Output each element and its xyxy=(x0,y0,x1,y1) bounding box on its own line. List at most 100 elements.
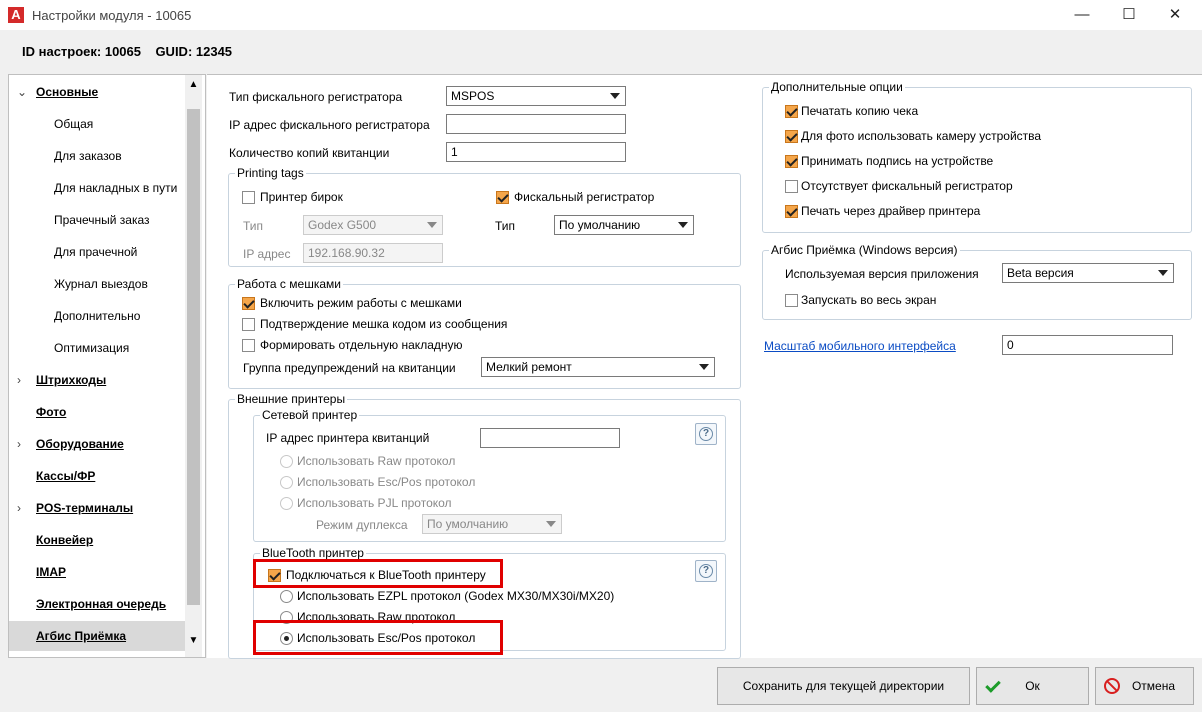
settings-id-info: ID настроек: 10065 GUID: 12345 xyxy=(22,44,233,59)
chevron-down-icon[interactable]: ⌄ xyxy=(17,77,27,107)
sidebar-item-imap[interactable]: IMAP xyxy=(9,557,201,587)
sidebar-item-elektronnaya-ochered[interactable]: Электронная очередь xyxy=(9,589,201,619)
sidebar-item-shtrihkody[interactable]: › Штрихкоды xyxy=(9,365,201,395)
close-button[interactable]: ✕ xyxy=(1152,0,1198,30)
sidebar-item-dopolnitelno[interactable]: Дополнительно xyxy=(9,301,205,331)
external-printers-title: Внешние принтеры xyxy=(235,392,348,406)
mobile-scale-input[interactable]: 0 xyxy=(1002,335,1173,355)
sidebar-item-label: Для прачечной xyxy=(54,245,138,259)
fullscreen-checkbox[interactable] xyxy=(785,294,798,307)
sidebar-item-label: Фото xyxy=(36,405,67,419)
printing-tags-title: Printing tags xyxy=(235,166,306,180)
chevron-right-icon[interactable]: › xyxy=(17,429,21,459)
chevron-right-icon[interactable]: › xyxy=(17,493,21,523)
sidebar: ⌄ Основные Общая Для заказов Для накладн… xyxy=(8,74,206,658)
sidebar-item-label: Прачечный заказ xyxy=(54,213,150,227)
tag-printer-checkbox[interactable] xyxy=(242,191,255,204)
sidebar-item-label: Дополнительно xyxy=(54,309,141,323)
highlight-escpos-protocol xyxy=(253,620,503,655)
window-title: Настройки модуля - 10065 xyxy=(32,8,192,23)
option-signature-label: Принимать подпись на устройстве xyxy=(801,154,994,168)
sidebar-item-optimizaciya[interactable]: Оптимизация xyxy=(9,333,205,363)
check-icon xyxy=(985,678,1001,694)
fiscal-reg-checkbox[interactable] xyxy=(496,191,509,204)
bt-ezpl-radio[interactable] xyxy=(280,590,293,603)
tag-ip-label: IP адрес xyxy=(243,247,291,261)
bags-group: Работа с мешками Включить режим работы с… xyxy=(228,277,741,389)
scroll-down-icon[interactable]: ▼ xyxy=(185,635,202,651)
scroll-up-icon[interactable]: ▲ xyxy=(185,79,202,95)
option-signature-checkbox[interactable] xyxy=(785,155,798,168)
option-print-copy-checkbox[interactable] xyxy=(785,105,798,118)
maximize-button[interactable]: ☐ xyxy=(1106,0,1152,30)
dropdown-arrow-icon xyxy=(1158,270,1168,276)
bags-enable-checkbox[interactable] xyxy=(242,297,255,310)
network-raw-radio[interactable] xyxy=(280,455,293,468)
option-no-fiscal-checkbox[interactable] xyxy=(785,180,798,193)
help-icon: ? xyxy=(699,564,713,578)
scrollbar-thumb[interactable] xyxy=(187,109,200,605)
tag-type-select[interactable]: Godex G500 xyxy=(303,215,443,235)
duplex-select[interactable]: По умолчанию xyxy=(422,514,562,534)
sidebar-item-prachechny-zakaz[interactable]: Прачечный заказ xyxy=(9,205,205,235)
mobile-scale-link[interactable]: Масштаб мобильного интерфейса xyxy=(764,339,956,353)
agbis-windows-title: Агбис Приёмка (Windows версия) xyxy=(769,243,960,257)
printer-ip-label: IP адрес принтера квитанций xyxy=(266,431,430,445)
chevron-right-icon[interactable]: › xyxy=(17,365,21,395)
sidebar-item-zhurnal-vyezdov[interactable]: Журнал выездов xyxy=(9,269,205,299)
sidebar-item-pos-terminaly[interactable]: › POS-терминалы xyxy=(9,493,201,523)
sidebar-item-label: Журнал выездов xyxy=(54,277,148,291)
bags-separate-checkbox[interactable] xyxy=(242,339,255,352)
sidebar-item-dlya-zakazov[interactable]: Для заказов xyxy=(9,141,205,171)
fiscal-ip-input[interactable] xyxy=(446,114,626,134)
sidebar-item-dlya-nakladnyh[interactable]: Для накладных в пути xyxy=(9,173,205,203)
fiscal-reg-type-label: Тип xyxy=(495,219,516,233)
option-camera-label: Для фото использовать камеру устройства xyxy=(801,129,1042,143)
dropdown-arrow-icon xyxy=(546,521,556,527)
app-version-select[interactable]: Beta версия xyxy=(1002,263,1174,283)
sidebar-item-label: Для заказов xyxy=(54,149,122,163)
sidebar-item-agbis-priemka[interactable]: Агбис Приёмка xyxy=(9,621,201,651)
network-escpos-radio[interactable] xyxy=(280,476,293,489)
sidebar-item-label: Агбис Приёмка xyxy=(36,629,127,643)
cancel-button[interactable]: Отмена xyxy=(1095,667,1194,705)
receipt-copies-label: Количество копий квитанции xyxy=(229,146,390,160)
sidebar-item-kassy[interactable]: Кассы/ФР xyxy=(9,461,201,491)
cancel-button-label: Отмена xyxy=(1131,679,1176,693)
sidebar-item-dlya-prachechnoy[interactable]: Для прачечной xyxy=(9,237,205,267)
bags-confirm-label: Подтверждение мешка кодом из сообщения xyxy=(260,317,508,331)
fiscal-reg-type-select[interactable]: По умолчанию xyxy=(554,215,694,235)
warn-group-value: Мелкий ремонт xyxy=(486,360,572,374)
sidebar-item-label: Для накладных в пути xyxy=(54,181,178,195)
tag-ip-input[interactable]: 192.168.90.32 xyxy=(303,243,443,263)
fiscal-reg-label: Фискальный регистратор xyxy=(514,190,655,204)
help-icon: ? xyxy=(699,427,713,441)
network-raw-label: Использовать Raw протокол xyxy=(297,454,456,468)
bags-title: Работа с мешками xyxy=(235,277,343,291)
minimize-button[interactable]: — xyxy=(1059,0,1105,30)
sidebar-item-obshaya[interactable]: Общая xyxy=(9,109,205,139)
sidebar-item-konveyer[interactable]: Конвейер xyxy=(9,525,201,555)
network-pjl-radio[interactable] xyxy=(280,497,293,510)
network-pjl-label: Использовать PJL протокол xyxy=(297,496,452,510)
sidebar-item-oborudovanie[interactable]: › Оборудование xyxy=(9,429,201,459)
bt-ezpl-label: Использовать EZPL протокол (Godex MX30/M… xyxy=(297,589,615,603)
cancel-icon xyxy=(1104,678,1120,694)
sidebar-item-osnovnye[interactable]: ⌄ Основные xyxy=(9,77,201,107)
option-camera-checkbox[interactable] xyxy=(785,130,798,143)
sidebar-item-foto[interactable]: Фото xyxy=(9,397,201,427)
warn-group-select[interactable]: Мелкий ремонт xyxy=(481,357,715,377)
bags-separate-label: Формировать отдельную накладную xyxy=(260,338,463,352)
printer-ip-input[interactable] xyxy=(480,428,620,448)
bags-confirm-checkbox[interactable] xyxy=(242,318,255,331)
ok-button[interactable]: Ок xyxy=(976,667,1089,705)
app-version-label: Используемая версия приложения xyxy=(785,267,979,281)
fiscal-ip-label: IP адрес фискального регистратора xyxy=(229,118,430,132)
option-driver-print-checkbox[interactable] xyxy=(785,205,798,218)
fiscal-type-select[interactable]: MSPOS xyxy=(446,86,626,106)
receipt-copies-input[interactable]: 1 xyxy=(446,142,626,162)
tag-type-label: Тип xyxy=(243,219,264,233)
save-for-directory-button[interactable]: Сохранить для текущей директории xyxy=(717,667,970,705)
network-help-button[interactable]: ? xyxy=(695,423,717,445)
bluetooth-help-button[interactable]: ? xyxy=(695,560,717,582)
